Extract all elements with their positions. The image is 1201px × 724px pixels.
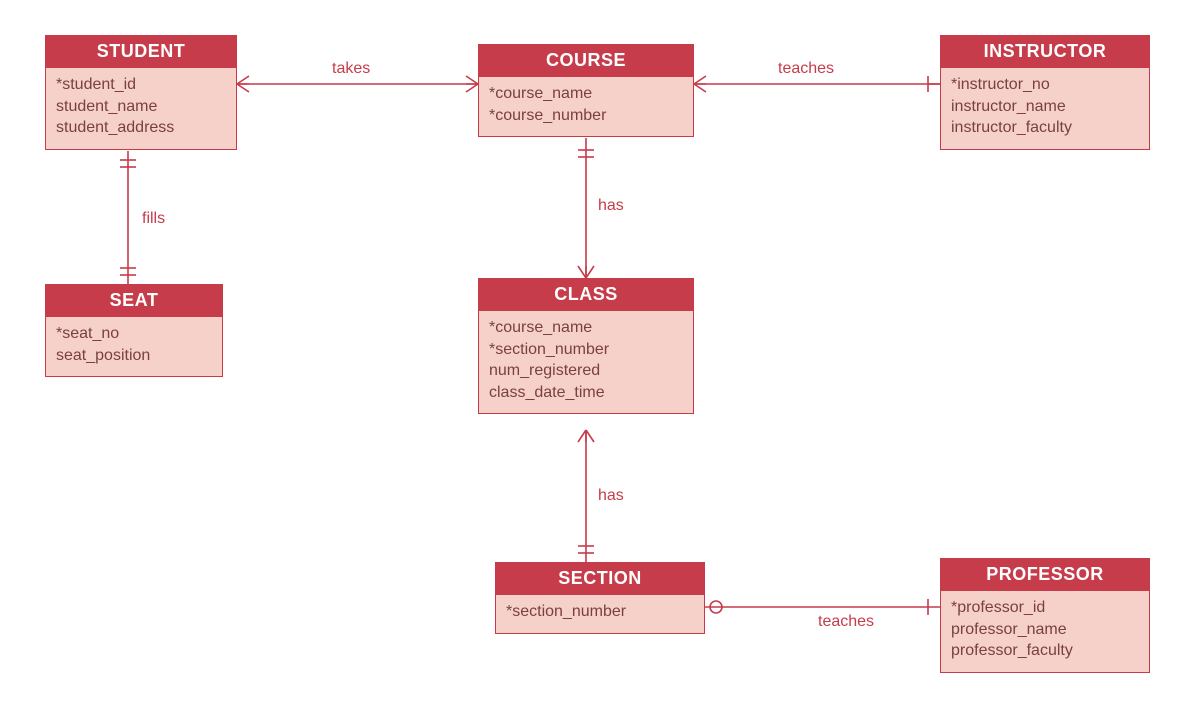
entity-seat: SEAT *seat_no seat_position <box>45 284 223 377</box>
entity-seat-title: SEAT <box>46 285 222 317</box>
entity-class: CLASS *course_name *section_number num_r… <box>478 278 694 414</box>
attr: *section_number <box>506 601 694 623</box>
entity-course-title: COURSE <box>479 45 693 77</box>
attr: class_date_time <box>489 382 683 404</box>
entity-class-title: CLASS <box>479 279 693 311</box>
entity-section: SECTION *section_number <box>495 562 705 634</box>
entity-course-attrs: *course_name *course_number <box>479 77 693 136</box>
entity-class-attrs: *course_name *section_number num_registe… <box>479 311 693 413</box>
entity-instructor: INSTRUCTOR *instructor_no instructor_nam… <box>940 35 1150 150</box>
attr: *section_number <box>489 339 683 361</box>
attr: seat_position <box>56 345 212 367</box>
rel-has-class-section-label: has <box>598 487 624 505</box>
rel-takes-label: takes <box>332 60 370 78</box>
attr: *student_id <box>56 74 226 96</box>
attr: *course_number <box>489 105 683 127</box>
attr: instructor_name <box>951 96 1139 118</box>
rel-fills-label: fills <box>142 210 165 228</box>
attr: *course_name <box>489 83 683 105</box>
attr: professor_name <box>951 619 1139 641</box>
entity-instructor-title: INSTRUCTOR <box>941 36 1149 68</box>
attr: *seat_no <box>56 323 212 345</box>
entity-professor: PROFESSOR *professor_id professor_name p… <box>940 558 1150 673</box>
entity-section-title: SECTION <box>496 563 704 595</box>
entity-professor-title: PROFESSOR <box>941 559 1149 591</box>
entity-instructor-attrs: *instructor_no instructor_name instructo… <box>941 68 1149 149</box>
attr: instructor_faculty <box>951 117 1139 139</box>
attr: *instructor_no <box>951 74 1139 96</box>
entity-student-title: STUDENT <box>46 36 236 68</box>
attr: professor_faculty <box>951 640 1139 662</box>
rel-teaches-course-instructor-label: teaches <box>778 60 834 78</box>
entity-course: COURSE *course_name *course_number <box>478 44 694 137</box>
attr: student_address <box>56 117 226 139</box>
entity-student: STUDENT *student_id student_name student… <box>45 35 237 150</box>
attr: *course_name <box>489 317 683 339</box>
attr: *professor_id <box>951 597 1139 619</box>
entity-section-attrs: *section_number <box>496 595 704 633</box>
entity-professor-attrs: *professor_id professor_name professor_f… <box>941 591 1149 672</box>
entity-student-attrs: *student_id student_name student_address <box>46 68 236 149</box>
rel-has-course-class-label: has <box>598 197 624 215</box>
attr: student_name <box>56 96 226 118</box>
attr: num_registered <box>489 360 683 382</box>
entity-seat-attrs: *seat_no seat_position <box>46 317 222 376</box>
rel-teaches-section-professor-label: teaches <box>818 613 874 631</box>
